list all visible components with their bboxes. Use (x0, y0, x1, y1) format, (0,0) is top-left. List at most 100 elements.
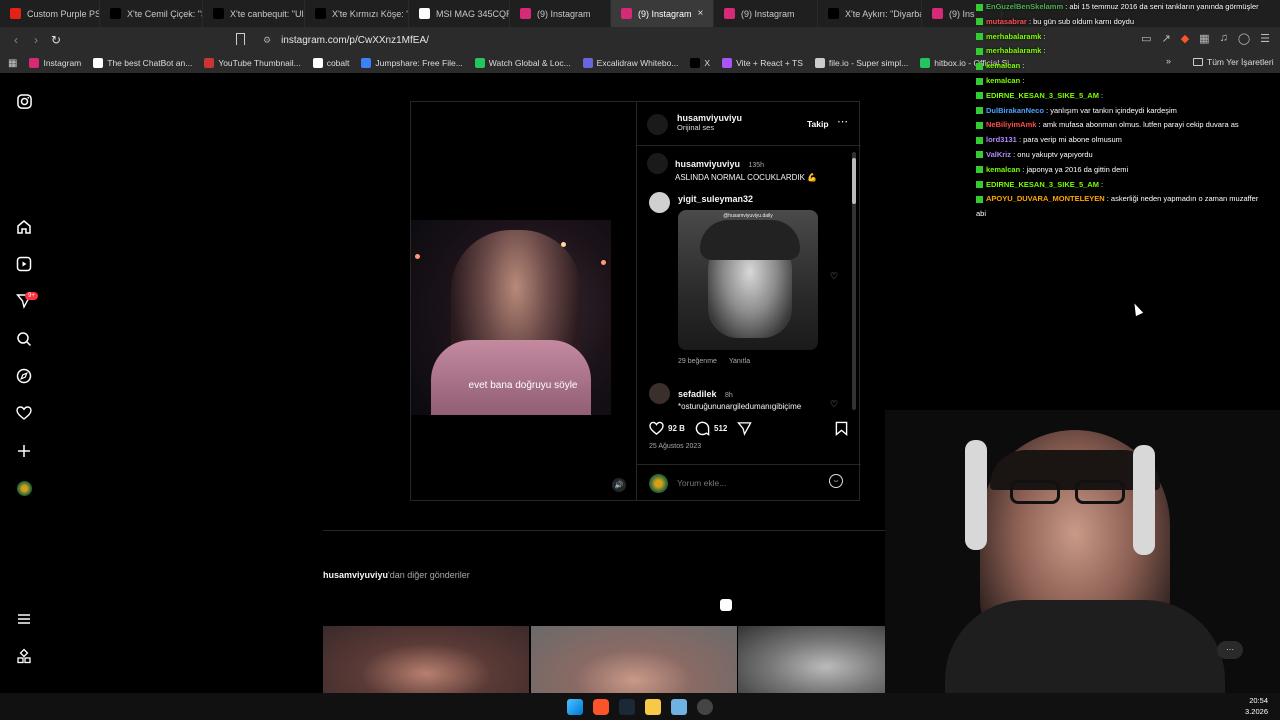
bookmark-item[interactable]: YouTube Thumbnail... (204, 58, 301, 68)
more-options-icon[interactable]: ⋯ (837, 115, 848, 128)
emoji-icon[interactable]: ⌣ (829, 474, 843, 488)
tab-label: (9) Ins (949, 8, 975, 19)
messages-badge: 9+ (25, 292, 38, 300)
reply-button[interactable]: Yanıtla (729, 358, 750, 365)
bookmark-item[interactable]: cobalt (312, 58, 349, 68)
chat-message: ValKriz : onu yakuptv yapıyordu (976, 148, 1280, 163)
browser-tab[interactable]: (9) Instagram × (611, 0, 714, 27)
more-post-thumb[interactable] (738, 594, 885, 694)
comment-icon[interactable] (695, 421, 710, 441)
bookmark-item[interactable]: Jumpshare: Free File... (361, 58, 463, 68)
add-comment-row: ⌣ (637, 464, 861, 500)
caption-username[interactable]: husamviyuviyu (675, 159, 740, 169)
browser-tab[interactable]: MSI MAG 345CQR 3 (409, 0, 510, 27)
bookmark-item[interactable]: Vite + React + TS (722, 58, 803, 68)
meta-apps-icon[interactable] (14, 646, 34, 666)
site-info-icon[interactable]: ⚙ (263, 35, 271, 46)
section-divider (323, 530, 923, 531)
comment-like-icon[interactable]: ♡ (830, 399, 838, 410)
search-icon[interactable] (14, 329, 34, 349)
comment-avatar[interactable] (649, 383, 670, 404)
follow-button[interactable]: Takip (807, 119, 829, 129)
brave-browser-icon[interactable] (593, 698, 609, 715)
bookmark-label: Jumpshare: Free File... (375, 58, 463, 68)
comments-scrollbar[interactable] (852, 152, 856, 410)
notifications-heart-icon[interactable] (14, 403, 34, 423)
bookmark-favicon-icon (920, 58, 931, 68)
mute-toggle-icon[interactable]: 🔊 (612, 478, 626, 492)
comment-username[interactable]: sefadilek (678, 389, 717, 399)
file-explorer-icon[interactable] (645, 698, 661, 715)
overlay-menu-icon[interactable]: ⋯ (1217, 641, 1243, 659)
comment-count[interactable]: 512 (714, 424, 727, 433)
obs-icon[interactable] (697, 698, 713, 715)
system-clock[interactable]: 20:54 3.2026 (1245, 693, 1268, 717)
more-menu-icon[interactable] (14, 609, 34, 629)
tab-favicon-icon (110, 8, 121, 19)
browser-tab[interactable]: (9) Instagram (714, 0, 818, 27)
back-icon[interactable]: ‹ (6, 33, 26, 47)
steam-icon[interactable] (619, 698, 635, 715)
caption-avatar[interactable] (647, 153, 668, 174)
chat-message: merhabalaramk : (976, 44, 1280, 59)
thumb-image (531, 626, 737, 694)
bookmark-item[interactable]: The best ChatBot an... (93, 58, 192, 68)
chat-message: EDIRNE_KESAN_3_SIKE_5_AM : (976, 178, 1280, 193)
comment-username[interactable]: yigit_suleyman32 (678, 194, 753, 204)
windows-start-icon[interactable] (567, 698, 583, 715)
browser-tab[interactable]: (9) Instagram (510, 0, 611, 27)
headset-left (965, 440, 987, 550)
create-plus-icon[interactable] (14, 441, 34, 461)
bookmark-item[interactable]: Watch Global & Loc... (474, 58, 571, 68)
bookmark-item[interactable]: file.io - Super simpl... (814, 58, 908, 68)
post-date: 25 Ağustos 2023 (649, 443, 702, 450)
profile-avatar[interactable] (14, 478, 34, 498)
browser-tab[interactable]: Custom Purple PSP (0, 0, 100, 27)
bookmark-label: Instagram (43, 58, 82, 68)
chat-message: mutasabrar : bu gün sub oldum karnı doyd… (976, 15, 1280, 30)
more-post-thumb[interactable] (323, 594, 529, 694)
likes-count[interactable]: 92 B (668, 424, 685, 433)
explore-icon[interactable] (14, 366, 34, 386)
audio-label[interactable]: Orijinal ses (677, 123, 742, 132)
reload-icon[interactable]: ↻ (46, 33, 66, 47)
author-avatar[interactable] (647, 114, 668, 135)
glasses-left (1010, 480, 1060, 504)
comment-input[interactable] (677, 475, 817, 491)
browser-tab[interactable]: X'te Cemil Çiçek: "Ş (100, 0, 203, 27)
instagram-logo-icon[interactable] (14, 91, 34, 111)
bookmark-item[interactable]: Instagram (29, 58, 81, 68)
save-icon[interactable] (835, 421, 848, 441)
home-icon[interactable] (14, 217, 34, 237)
bookmark-item[interactable]: X (690, 58, 710, 68)
app-icon[interactable] (671, 698, 687, 715)
tab-close-icon[interactable]: × (698, 8, 704, 19)
scrollbar-thumb[interactable] (852, 158, 856, 204)
forward-icon[interactable]: › (26, 33, 46, 47)
tab-favicon-icon (315, 8, 326, 19)
address-bar[interactable]: ⚙ instagram.com/p/CwXXnz1MfEA/ (255, 30, 975, 50)
share-icon[interactable] (737, 421, 752, 441)
video-player[interactable]: evet bana doğruyu söyle 🔊 (411, 102, 635, 500)
more-post-thumb[interactable] (531, 594, 737, 694)
reels-icon[interactable] (14, 254, 34, 274)
author-username[interactable]: husamviyuviyu (677, 113, 742, 123)
apps-grid-icon[interactable]: ▦ (8, 58, 17, 69)
bookmark-page-icon[interactable] (236, 33, 245, 45)
like-icon[interactable] (649, 421, 664, 440)
chat-badge-icon (976, 166, 983, 174)
browser-tab[interactable]: X'te canbequit: "Ula (203, 0, 305, 27)
browser-tab[interactable]: X'te Aykırı: "Diyarba (818, 0, 922, 27)
tab-label: (9) Instagram (537, 8, 591, 19)
browser-tab[interactable]: X'te Kırmızı Köşe: "A (305, 0, 409, 27)
comment-likes[interactable]: 29 beğenme (678, 358, 717, 365)
chat-badge-icon (976, 181, 983, 189)
current-user-avatar (649, 474, 668, 493)
bookmark-label: Excalidraw Whitebo... (596, 58, 679, 68)
chat-badge-icon (976, 18, 983, 26)
comment-avatar[interactable] (649, 192, 670, 213)
bookmark-item[interactable]: Excalidraw Whitebo... (582, 58, 679, 68)
comment-like-icon[interactable]: ♡ (830, 271, 838, 282)
more-posts-username[interactable]: husamviyuviyu (323, 570, 388, 580)
comments-list[interactable]: husamviyuviyu 135h ASLINDA NORMAL COCUKL… (637, 146, 861, 412)
